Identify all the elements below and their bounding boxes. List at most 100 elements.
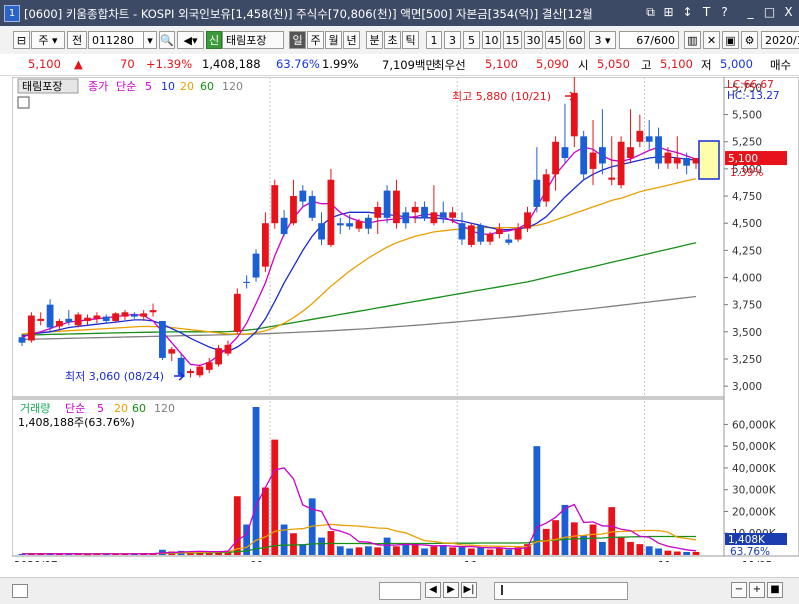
- link-icon[interactable]: ⧉: [642, 4, 659, 21]
- change-percent: +1.39%: [146, 57, 193, 71]
- close-button[interactable]: X: [780, 4, 797, 21]
- candle-body: [243, 281, 251, 283]
- scroll-track[interactable]: [379, 582, 421, 600]
- best-bid: 5,100: [485, 57, 518, 71]
- volume-y-tick-label: 60,000K: [732, 419, 777, 431]
- count-select[interactable]: 3 ▾: [589, 31, 616, 49]
- candle-icon[interactable]: ▥: [684, 31, 701, 49]
- reset-button[interactable]: ■: [767, 582, 783, 598]
- candle-body: [393, 190, 400, 224]
- interval-3[interactable]: 3: [444, 31, 461, 49]
- candle-body: [477, 225, 485, 242]
- stock-code-input[interactable]: 011280: [88, 31, 144, 49]
- interval-5[interactable]: 5: [463, 31, 480, 49]
- code-dropdown-icon[interactable]: ▾: [143, 31, 157, 49]
- interval-1[interactable]: 1: [426, 31, 442, 49]
- tab-second[interactable]: 초: [384, 31, 401, 49]
- volume-bar: [421, 548, 428, 555]
- high-annotation: 최고 5,880 (10/21): [452, 90, 551, 103]
- candle-body: [336, 223, 344, 226]
- low-label: 저: [701, 58, 712, 72]
- candle-body: [570, 92, 578, 137]
- help-icon[interactable]: ?: [716, 4, 733, 21]
- volume-legend-item: 거래량: [20, 402, 50, 415]
- tab-tick[interactable]: 틱: [402, 31, 419, 49]
- grid-toggle-icon: [17, 96, 30, 109]
- volume-bar: [589, 524, 597, 555]
- zoom-out-button[interactable]: −: [731, 582, 747, 598]
- volume-bar: [505, 549, 513, 555]
- volume-bar: [496, 548, 503, 555]
- candle-body: [56, 320, 63, 327]
- volume-bar: [393, 546, 400, 555]
- candle-body: [121, 312, 129, 317]
- best-price-label: 최우선: [434, 58, 466, 72]
- chart-toolbar: ⊟ 주 ▾ 전 011280 ▾ 🔍 ◀▾ 신 태림포장 일 주 월 년 분 초…: [0, 26, 799, 55]
- interval-15[interactable]: 15: [503, 31, 522, 49]
- candle-body: [505, 239, 513, 243]
- tab-year[interactable]: 년: [343, 31, 360, 49]
- zoom-slider[interactable]: [494, 582, 628, 600]
- volume-bar: [430, 546, 438, 555]
- volume-bar: [458, 546, 466, 555]
- interval-30[interactable]: 30: [524, 31, 543, 49]
- chart-svg[interactable]: 5,7505,5005,2505,0004,7504,5004,2504,000…: [11, 73, 799, 572]
- candle-body: [102, 316, 110, 321]
- credit-badge: 신: [206, 31, 222, 49]
- volume-bar: [608, 507, 616, 555]
- sound-icon[interactable]: ◀▾: [177, 31, 204, 49]
- grid-icon[interactable]: ⊞: [660, 4, 677, 21]
- slider-thumb[interactable]: [501, 585, 503, 595]
- minimize-button[interactable]: _: [742, 4, 759, 21]
- candle-body: [486, 234, 494, 242]
- volume-bar: [299, 544, 307, 555]
- volume-bar: [355, 547, 363, 555]
- panel-icon[interactable]: ⊟: [13, 31, 30, 49]
- scroll-right-button[interactable]: ▶: [443, 582, 459, 598]
- volume-bar: [655, 548, 662, 555]
- save-icon[interactable]: ▣: [722, 31, 739, 49]
- candle-body: [598, 147, 606, 164]
- type-select[interactable]: 주 ▾: [31, 31, 65, 49]
- text-icon[interactable]: T: [698, 4, 715, 21]
- volume-bar: [252, 407, 260, 555]
- crosshair-icon[interactable]: ✕: [703, 31, 720, 49]
- volume-bar: [290, 533, 297, 555]
- candle-body: [411, 206, 419, 213]
- interval-60[interactable]: 60: [566, 31, 585, 49]
- low-annotation: 최저 3,060 (08/24): [65, 370, 164, 383]
- volume-bar: [280, 524, 288, 555]
- open-price: 5,050: [597, 57, 630, 71]
- candle-body: [645, 136, 653, 142]
- chart-area[interactable]: 5,750 5,500 5,250 5,000 4,750 4,500 4,250 4,000…: [11, 73, 799, 572]
- volume-legend-item: 60: [132, 402, 146, 415]
- scroll-end-button[interactable]: ▶|: [461, 582, 477, 598]
- candle-body: [617, 141, 625, 186]
- scroll-left-button[interactable]: ◀: [425, 582, 441, 598]
- settings-icon[interactable]: ⚙: [741, 31, 758, 49]
- price-legend-item: 종가: [88, 80, 108, 93]
- interval-45[interactable]: 45: [545, 31, 564, 49]
- date-input[interactable]: 2020/1: [761, 31, 799, 49]
- candle-body: [439, 212, 447, 218]
- volume-bar: [477, 547, 485, 555]
- search-icon[interactable]: 🔍: [159, 31, 175, 49]
- tab-day[interactable]: 일: [289, 31, 306, 49]
- maximize-button[interactable]: □: [761, 4, 778, 21]
- tab-week[interactable]: 주: [307, 31, 324, 49]
- y-tick-label: 3,000: [732, 381, 762, 393]
- tab-minute[interactable]: 분: [366, 31, 383, 49]
- interval-10[interactable]: 10: [482, 31, 501, 49]
- pct-tag-label: 1.39%: [730, 167, 763, 179]
- best-ask: 5,090: [536, 57, 569, 71]
- volume-bar: [467, 548, 475, 555]
- volume-bar: [364, 546, 372, 555]
- resize-icon[interactable]: ↕: [679, 4, 696, 21]
- volume-legend-item: 120: [154, 402, 175, 415]
- tab-month[interactable]: 월: [325, 31, 342, 49]
- zoom-icon[interactable]: [12, 584, 28, 598]
- zoom-in-button[interactable]: +: [749, 582, 765, 598]
- stock-name: 태림포장: [222, 31, 284, 49]
- prev-button[interactable]: 전: [67, 31, 87, 49]
- candle-body: [318, 223, 325, 240]
